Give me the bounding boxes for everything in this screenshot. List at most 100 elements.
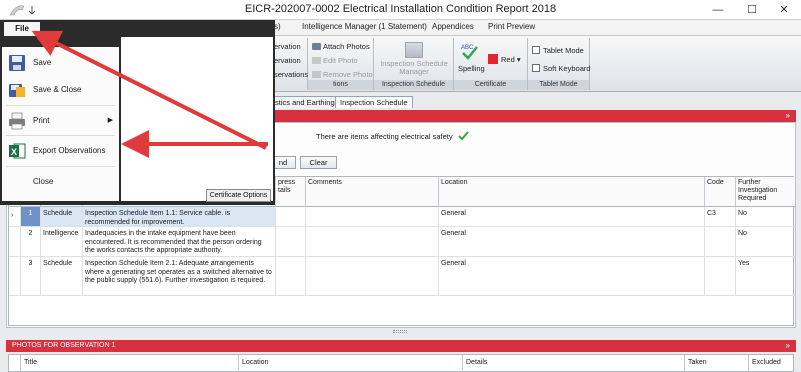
row-number[interactable]: 2	[21, 227, 41, 257]
row-observation[interactable]: Inadequacies in the intake equipment hav…	[83, 227, 276, 257]
photos-grid: Title Location Details Taken Excluded	[8, 354, 794, 372]
grid-header-further-investigation[interactable]: Further Investigation Required	[736, 177, 795, 207]
spelling-icon: ABC	[461, 45, 478, 60]
tablet-mode-check-icon	[532, 46, 540, 54]
row-indicator	[9, 227, 21, 257]
collapse-icon[interactable]: »	[786, 110, 790, 122]
window-title: EICR-202007-0002 Electrical Installation…	[244, 3, 557, 15]
observation-button-2[interactable]: ervation	[274, 56, 301, 65]
print-menu-item[interactable]: Print ▶	[2, 107, 119, 134]
photos-header-location[interactable]: Location	[239, 355, 463, 372]
row-source[interactable]: Schedule	[41, 207, 83, 227]
certificate-group-label: Certificate	[454, 80, 527, 90]
observation-button-3[interactable]: servations	[274, 70, 308, 79]
svg-text:ABC: ABC	[461, 45, 474, 51]
maximize-button[interactable]: ☐	[737, 0, 767, 20]
row-observation[interactable]: Inspection Schedule Item 1.1: Service ca…	[83, 207, 276, 227]
save-menu-item[interactable]: Save	[2, 49, 119, 76]
row-number[interactable]: 3	[21, 257, 41, 296]
row-source[interactable]: Schedule	[41, 257, 83, 296]
color-picker-button[interactable]: Red ▾	[488, 54, 521, 64]
row-express[interactable]	[276, 257, 306, 296]
red-swatch-icon	[488, 54, 498, 64]
clear-button[interactable]: Clear	[300, 156, 337, 169]
file-tab[interactable]: File	[4, 22, 40, 36]
photos-header-details[interactable]: Details	[463, 355, 685, 372]
attach-photos-button[interactable]: Attach Photos	[312, 42, 370, 51]
photos-header-indicator	[9, 355, 21, 372]
edit-photo-button[interactable]: Edit Photo	[312, 56, 358, 65]
schedule-manager-icon	[405, 42, 423, 58]
inspection-schedule-manager-button[interactable]: Inspection Schedule Manager	[380, 60, 448, 76]
row-comments[interactable]	[306, 257, 439, 296]
tab-appendices[interactable]: Appendices	[432, 22, 474, 31]
file-menu-list: Save Save & Close Print ▶ X Export Obser…	[2, 47, 119, 201]
grid-header-location[interactable]: Location	[439, 177, 705, 207]
save-close-menu-item[interactable]: Save & Close	[2, 76, 119, 103]
menu-separator	[6, 166, 115, 167]
photos-header-bar: PHOTOS FOR OBSERVATION 1 »	[6, 340, 796, 352]
menu-separator	[6, 135, 115, 136]
safety-message: There are items affecting electrical saf…	[316, 131, 469, 141]
tab-inspection-schedule[interactable]: Inspection Schedule	[335, 96, 413, 108]
observations-group: ervation ervation servations	[270, 38, 308, 90]
menu-separator	[6, 105, 115, 106]
tab-observations[interactable]: s)	[274, 22, 281, 31]
certificate-group: ABC Spelling Red ▾ Certificate	[454, 38, 528, 90]
photos-header-taken[interactable]: Taken	[685, 355, 749, 372]
row-location[interactable]: General	[439, 227, 705, 257]
svg-text:X: X	[11, 147, 17, 157]
row-location[interactable]: General	[439, 257, 705, 296]
tablet-mode-checkbox[interactable]: Tablet Mode	[532, 46, 584, 55]
photos-header-excluded[interactable]: Excluded	[749, 355, 795, 372]
row-further-investigation[interactable]: No	[736, 207, 795, 227]
close-menu-item[interactable]: Close	[2, 168, 119, 195]
spelling-button[interactable]: Spelling	[458, 64, 485, 73]
tab-intelligence-manager[interactable]: Intelligence Manager (1 Statement)	[302, 22, 427, 31]
row-further-investigation[interactable]: No	[736, 227, 795, 257]
row-code[interactable]: C3	[705, 207, 736, 227]
photos-section-title: PHOTOS FOR OBSERVATION 1	[12, 342, 116, 349]
tablet-group-label: Tablet Mode	[528, 80, 589, 90]
save-close-icon	[9, 84, 25, 97]
inspection-schedule-group: Inspection Schedule Manager Inspection S…	[374, 38, 454, 90]
splitter-grip[interactable]	[393, 330, 407, 333]
export-observations-menu-item[interactable]: X Export Observations	[2, 137, 119, 164]
row-source[interactable]: Intelligence	[41, 227, 83, 257]
excel-icon: X	[9, 143, 26, 159]
grid-header-code[interactable]: Code	[705, 177, 736, 207]
photos-collapse-icon[interactable]: »	[786, 340, 790, 352]
row-indicator	[9, 257, 21, 296]
remove-photo-button[interactable]: Remove Photo	[312, 70, 373, 79]
certificate-options-button[interactable]: Certificate Options	[206, 189, 271, 202]
remove-photo-icon	[312, 71, 321, 78]
observation-button-1[interactable]: ervation	[274, 42, 301, 51]
tab-print-preview[interactable]: Print Preview	[488, 22, 535, 31]
printer-icon	[9, 112, 25, 130]
soft-keyboard-checkbox[interactable]: Soft Keyboard	[532, 64, 591, 73]
row-comments[interactable]	[306, 227, 439, 257]
row-express[interactable]	[276, 227, 306, 257]
row-indicator-icon: ›	[9, 207, 21, 227]
row-number[interactable]: 1	[21, 207, 41, 227]
grid-header-express-details[interactable]: press tails	[276, 177, 306, 207]
grid-header-comments[interactable]: Comments	[306, 177, 439, 207]
observations-group-label: tions	[308, 80, 373, 90]
row-comments[interactable]	[306, 207, 439, 227]
photos-group: Attach Photos Edit Photo Remove Photo ti…	[308, 38, 374, 90]
row-observation[interactable]: Inspection Schedule Item 2.1: Adequate a…	[83, 257, 276, 296]
row-further-investigation[interactable]: Yes	[736, 257, 795, 296]
row-code[interactable]	[705, 227, 736, 257]
row-location[interactable]: General	[439, 207, 705, 227]
title-bar: EICR-202007-0002 Electrical Installation…	[0, 0, 801, 20]
inspection-schedule-group-label: Inspection Schedule	[374, 80, 453, 90]
submenu-arrow-icon: ▶	[107, 117, 113, 124]
row-code[interactable]	[705, 257, 736, 296]
edit-photo-icon	[312, 57, 321, 64]
row-express[interactable]	[276, 207, 306, 227]
save-icon	[9, 55, 25, 71]
tab-characteristics-earthing[interactable]: stics and Earthing	[270, 96, 340, 108]
photos-header-title[interactable]: Title	[21, 355, 239, 372]
minimize-button[interactable]: —	[703, 0, 733, 20]
close-window-button[interactable]: ✕	[769, 0, 799, 20]
